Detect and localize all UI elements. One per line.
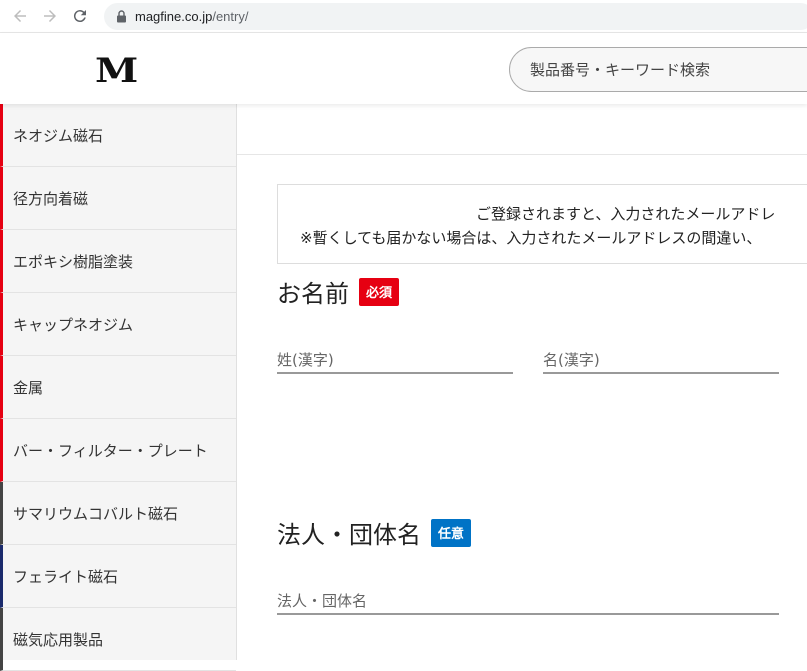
sidebar-item-bar-filter-plate[interactable]: バー・フィルター・プレート: [0, 419, 236, 482]
notice-line-2: ※暫くしても届かない場合は、入力されたメールアドレスの間違い、: [300, 229, 762, 247]
registration-notice: ご登録されますと、入力されたメールアドレ ※暫くしても届かない場合は、入力された…: [277, 184, 807, 264]
sidebar-item-label: 金属: [13, 378, 44, 397]
optional-badge: 任意: [431, 518, 472, 547]
sidebar-item-radial[interactable]: 径方向着磁: [0, 167, 236, 230]
arrow-right-icon: [44, 10, 56, 22]
last-name-input[interactable]: [277, 351, 513, 369]
company-input[interactable]: [277, 592, 779, 610]
sidebar-item-neodymium[interactable]: ネオジム磁石: [0, 104, 236, 167]
required-badge: 必須: [359, 277, 400, 306]
sidebar-item-label: 磁気応用製品: [13, 630, 104, 649]
url-host: magfine.co.jp: [135, 9, 213, 24]
sidebar-item-magnetic-products[interactable]: 磁気応用製品: [0, 608, 236, 671]
browser-toolbar: magfine.co.jp/entry/: [0, 0, 807, 33]
first-name-field[interactable]: [543, 350, 779, 374]
address-bar[interactable]: magfine.co.jp/entry/: [104, 3, 807, 30]
company-section-title: 法人・団体名 任意: [277, 515, 472, 550]
sidebar-item-label: キャップネオジム: [13, 315, 134, 334]
last-name-field[interactable]: [277, 350, 513, 374]
divider: [237, 154, 807, 155]
site-logo[interactable]: M: [95, 51, 138, 91]
sidebar-item-label: 径方向着磁: [13, 189, 89, 208]
forward-button[interactable]: [40, 6, 60, 26]
sidebar-item-label: フェライト磁石: [13, 567, 119, 586]
url-path: /entry/: [212, 9, 249, 24]
category-sidebar: ネオジム磁石 径方向着磁 エポキシ樹脂塗装 キャップネオジム 金属 バー・フィル…: [0, 104, 237, 671]
name-section-title: お名前 必須: [277, 274, 400, 309]
sidebar-item-label: サマリウムコバルト磁石: [13, 504, 179, 523]
name-section-label: お名前: [277, 280, 349, 308]
arrow-left-icon: [14, 10, 26, 22]
notice-line-1: ご登録されますと、入力されたメールアドレ: [476, 205, 776, 223]
lock-icon: [117, 10, 126, 23]
search-input[interactable]: [530, 60, 807, 79]
site-header: M: [0, 33, 807, 104]
sidebar-item-metal[interactable]: 金属: [0, 356, 236, 419]
back-button[interactable]: [10, 6, 30, 26]
url-text: magfine.co.jp/entry/: [135, 9, 248, 24]
sidebar-item-samarium-cobalt[interactable]: サマリウムコバルト磁石: [0, 482, 236, 545]
reload-icon: [73, 10, 86, 23]
search-box[interactable]: [509, 47, 807, 92]
sidebar-item-cap-neodymium[interactable]: キャップネオジム: [0, 293, 236, 356]
sidebar-item-epoxy[interactable]: エポキシ樹脂塗装: [0, 230, 236, 293]
sidebar-item-ferrite[interactable]: フェライト磁石: [0, 545, 236, 608]
sidebar-item-label: エポキシ樹脂塗装: [13, 252, 134, 271]
company-section-label: 法人・団体名: [277, 521, 421, 549]
first-name-input[interactable]: [543, 351, 779, 369]
company-field[interactable]: [277, 591, 779, 615]
sidebar-item-label: ネオジム磁石: [13, 126, 104, 145]
sidebar-item-label: バー・フィルター・プレート: [13, 441, 208, 460]
reload-button[interactable]: [70, 6, 90, 26]
